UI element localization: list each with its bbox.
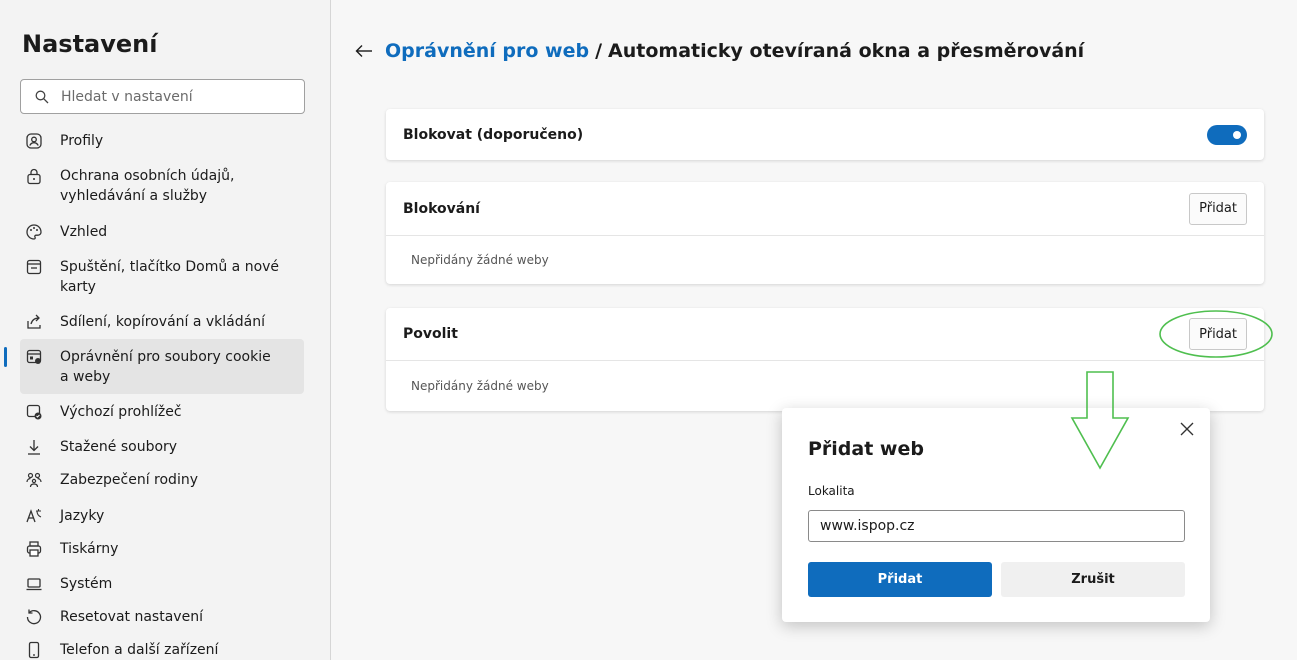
printer-icon [26,541,42,557]
block-recommended-card: Blokovat (doporučeno) [386,109,1264,160]
block-recommended-toggle[interactable] [1207,124,1247,145]
add-button[interactable]: Přidat [808,562,992,597]
sidebar-item-languages[interactable]: Jazyky [20,506,304,526]
sidebar-item-label: Spuštění, tlačítko Domů a nové karty [60,259,280,295]
cancel-button[interactable]: Zrušit [1001,562,1185,597]
sidebar-item-appearance[interactable]: Vzhled [20,222,304,242]
sidebar-item-label: Systém [60,576,113,592]
sidebar-title: Nastavení [22,30,158,58]
sidebar-item-label: Jazyky [60,508,105,524]
sidebar-item-label: Stažené soubory [60,439,178,455]
sidebar-item-label: Profily [60,133,104,149]
sidebar-item-label: Telefon a další zařízení [60,642,219,658]
family-icon [26,472,42,488]
active-indicator [4,347,7,367]
sidebar-item-default-browser[interactable]: Výchozí prohlížeč [20,402,304,422]
download-icon [28,440,40,455]
sidebar-item-label: Resetovat nastavení [60,609,203,625]
allow-title: Povolit [403,326,458,342]
sidebar: Nastavení Hledat v nastavení Profily Och… [0,0,331,660]
sidebar-item-site-permissions[interactable]: Oprávnění pro soubory cookie a weby [4,339,304,394]
sidebar-item-privacy[interactable]: Ochrana osobních údajů, vyhledávání a sl… [20,166,304,206]
system-icon [26,578,42,591]
add-site-dialog: Přidat web Lokalita Přidat Zrušit [782,408,1210,622]
site-permissions-icon [26,349,42,364]
sidebar-item-label: Zabezpečení rodiny [60,472,198,488]
search-icon [35,90,49,103]
breadcrumb-link[interactable]: Oprávnění pro web [385,40,589,62]
sidebar-item-sharing[interactable]: Sdílení, kopírování a vkládání [20,312,304,332]
sidebar-item-printers[interactable]: Tiskárny [20,539,304,559]
sidebar-item-label: Sdílení, kopírování a vkládání [60,314,265,330]
sidebar-item-label: Vzhled [60,224,108,240]
sidebar-item-reset[interactable]: Resetovat nastavení [20,607,304,627]
sidebar-item-label: Výchozí prohlížeč [60,404,182,420]
allow-card: Povolit Přidat Nepřidány žádné weby [386,308,1264,411]
share-icon [27,314,41,329]
dialog-title: Přidat web [808,438,924,460]
page-header: Oprávnění pro web / Automaticky otevíran… [355,40,1084,62]
sidebar-item-label: Tiskárny [60,541,119,557]
lock-icon [27,168,41,185]
page-title: Automaticky otevíraná okna a přesměrován… [608,40,1085,62]
blocking-empty-text: Nepřidány žádné weby [411,253,549,267]
block-recommended-label: Blokovat (doporučeno) [403,126,584,143]
allow-add-button[interactable]: Přidat [1189,318,1247,350]
location-input[interactable] [808,510,1185,542]
language-icon [26,509,42,523]
sidebar-item-profiles[interactable]: Profily [20,131,304,151]
search-placeholder: Hledat v nastavení [61,88,193,105]
breadcrumb-separator: / [595,40,603,62]
search-input[interactable]: Hledat v nastavení [20,79,305,114]
sidebar-item-label: Oprávnění pro soubory cookie a weby [60,349,271,385]
sidebar-item-label: Ochrana osobních údajů, vyhledávání a sl… [60,168,235,204]
location-label: Lokalita [808,484,855,498]
sidebar-item-downloads[interactable]: Stažené soubory [20,437,304,457]
sidebar-item-phone[interactable]: Telefon a další zařízení [20,640,304,660]
sidebar-item-startup[interactable]: Spuštění, tlačítko Domů a nové karty [20,257,304,297]
reset-icon [26,609,42,625]
profile-icon [26,133,42,149]
allow-empty-text: Nepřidány žádné weby [411,379,549,393]
blocking-add-button[interactable]: Přidat [1189,192,1247,225]
home-start-icon [26,259,42,275]
close-icon[interactable] [1180,422,1194,436]
default-browser-icon [26,404,42,420]
back-arrow-icon[interactable] [355,44,373,58]
phone-icon [28,641,40,659]
sidebar-item-family[interactable]: Zabezpečení rodiny [20,470,304,490]
blocking-card: Blokování Přidat Nepřidány žádné weby [386,182,1264,284]
palette-icon [26,224,42,240]
blocking-title: Blokování [403,200,480,217]
sidebar-item-system[interactable]: Systém [20,574,304,594]
